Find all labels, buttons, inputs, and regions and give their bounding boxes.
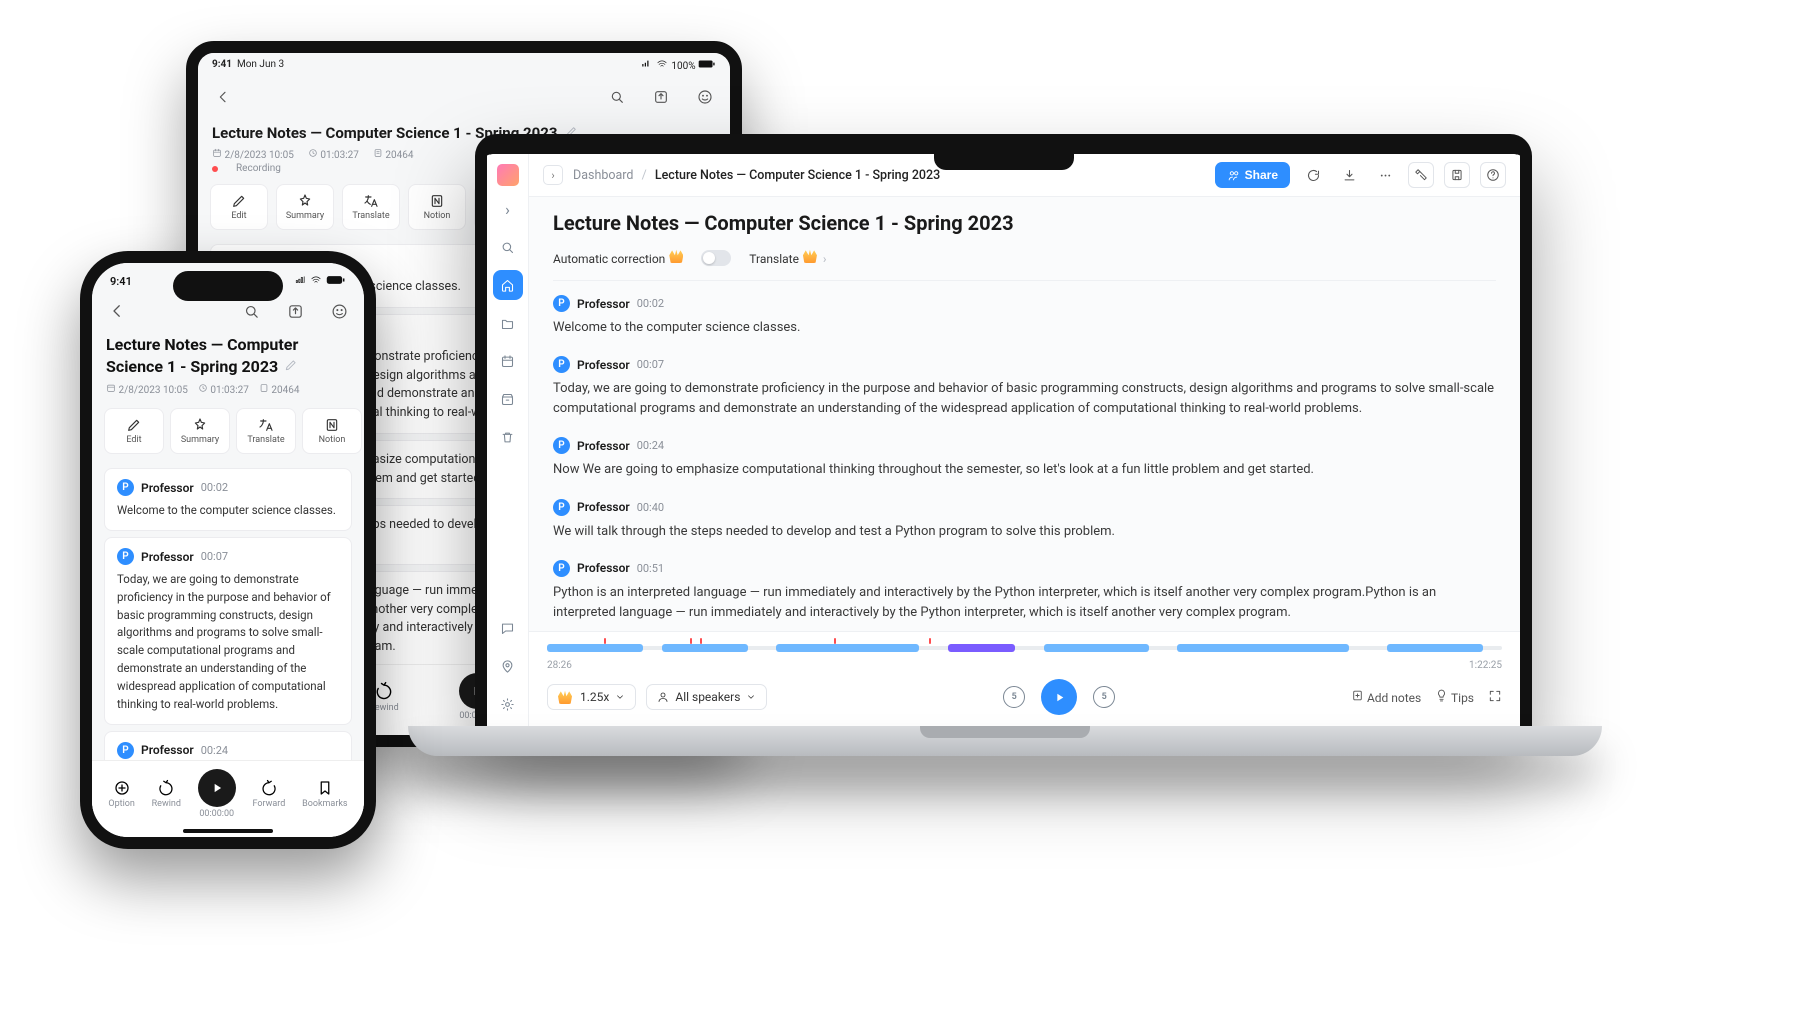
sidebar: ›: [487, 154, 529, 729]
translate-option[interactable]: Translate ›: [749, 249, 826, 266]
page-title: Lecture Notes — Computer Science 1 - Spr…: [92, 332, 364, 379]
expand-icon[interactable]: [1488, 689, 1502, 706]
translate-tool[interactable]: Translate: [236, 408, 296, 454]
sidebar-home-icon[interactable]: [493, 270, 523, 300]
sidebar-calendar-icon[interactable]: [493, 346, 523, 376]
transcript-block: PProfessor00:07 Today, we are going to d…: [553, 356, 1496, 419]
breadcrumb: Dashboard / Lecture Notes — Computer Sci…: [573, 168, 940, 183]
sidebar-chat-icon[interactable]: [493, 613, 523, 643]
speaker-filter[interactable]: All speakers: [646, 684, 767, 710]
download-icon[interactable]: [1336, 162, 1362, 188]
sidebar-trash-icon[interactable]: [493, 422, 523, 452]
player-bar: Option Rewind 00:00:00 Forward Bookmarks: [92, 760, 364, 837]
waveform[interactable]: [547, 640, 1502, 656]
bookmarks-button[interactable]: Bookmarks: [302, 779, 347, 809]
premium-icon: [803, 249, 817, 263]
transcript-block: PProfessor00:51 Python is an interpreted…: [553, 560, 1496, 623]
share-icon[interactable]: [280, 296, 310, 326]
meta-row: 2/8/2023 10:05 01:03:27 20464: [92, 379, 364, 400]
skip-forward-button[interactable]: 5: [1093, 686, 1115, 708]
transcript-block: PProfessor00:24 Now We are going to emph…: [553, 437, 1496, 480]
face-icon[interactable]: [324, 296, 354, 326]
laptop-base: [408, 726, 1602, 756]
tips-button[interactable]: Tips: [1435, 689, 1474, 705]
playhead-time: 28:26: [547, 660, 572, 671]
summary-tool[interactable]: Summary: [276, 184, 334, 230]
option-button[interactable]: Option: [108, 779, 134, 809]
app-logo-icon[interactable]: [497, 164, 519, 186]
breadcrumb-root[interactable]: Dashboard: [573, 168, 633, 183]
phone-notch: [173, 271, 283, 301]
play-button[interactable]: 00:00:00: [198, 769, 236, 819]
add-notes-button[interactable]: Add notes: [1351, 689, 1421, 705]
share-icon[interactable]: [646, 82, 676, 112]
tool-row: Edit Summary Translate Notion: [92, 400, 364, 462]
speed-selector[interactable]: 1.25x: [547, 684, 636, 710]
page-title: Lecture Notes — Computer Science 1 - Spr…: [553, 211, 1496, 235]
skip-back-button[interactable]: 5: [1003, 686, 1025, 708]
laptop-notch: [934, 154, 1074, 170]
sidebar-search-icon[interactable]: [493, 232, 523, 262]
summary-tool[interactable]: Summary: [170, 408, 230, 454]
face-icon[interactable]: [690, 82, 720, 112]
share-button[interactable]: Share: [1215, 162, 1290, 188]
options-row: Automatic correction Translate ›: [553, 249, 1496, 281]
back-icon[interactable]: [102, 296, 132, 326]
breadcrumb-current: Lecture Notes — Computer Science 1 - Spr…: [655, 168, 940, 183]
edit-tool[interactable]: Edit: [210, 184, 268, 230]
forward-button[interactable]: Forward: [252, 779, 285, 809]
more-icon[interactable]: [1372, 162, 1398, 188]
tablet-status-bar: 9:41 Mon Jun 3 100%: [198, 53, 730, 78]
play-button[interactable]: [1041, 679, 1077, 715]
notion-tool[interactable]: Notion: [408, 184, 466, 230]
transcript-block: PProfessor00:02 Welcome to the computer …: [553, 295, 1496, 338]
auto-correct-toggle[interactable]: [701, 250, 731, 266]
home-indicator: [183, 829, 273, 833]
premium-icon: [669, 249, 683, 263]
sidebar-settings-icon[interactable]: [493, 689, 523, 719]
refresh-icon[interactable]: [1300, 162, 1326, 188]
transcript-block: PProfessor00:07 Today, we are going to d…: [104, 537, 352, 725]
sidebar-location-icon[interactable]: [493, 651, 523, 681]
laptop-device: › › Dashboard / Lecture Notes — Computer…: [475, 134, 1532, 741]
rewind-button[interactable]: Rewind: [152, 779, 181, 809]
breadcrumb-back-icon[interactable]: ›: [543, 165, 563, 185]
back-icon[interactable]: [208, 82, 238, 112]
phone-device: 9:41 Lecture Notes — Computer Science 1 …: [80, 251, 376, 849]
wifi-battery-icon: 100%: [640, 59, 716, 72]
help-icon[interactable]: [1480, 162, 1506, 188]
translate-tool[interactable]: Translate: [342, 184, 400, 230]
auto-correct-option[interactable]: Automatic correction: [553, 249, 683, 266]
player-footer: 28:26 1:22:25 1.25x All speakers 5 5 Add …: [529, 631, 1520, 729]
tools-icon[interactable]: [1408, 162, 1434, 188]
save-icon[interactable]: [1444, 162, 1470, 188]
sidebar-collapse-icon[interactable]: ›: [493, 194, 523, 224]
search-icon[interactable]: [602, 82, 632, 112]
total-time: 1:22:25: [1469, 660, 1502, 671]
transcript-block: PProfessor00:40 We will talk through the…: [553, 499, 1496, 542]
notion-tool[interactable]: Notion: [302, 408, 362, 454]
signal-icon: [293, 275, 346, 288]
transcript-block: PProfessor00:02 Welcome to the computer …: [104, 468, 352, 531]
sidebar-archive-icon[interactable]: [493, 384, 523, 414]
edit-tool[interactable]: Edit: [104, 408, 164, 454]
sidebar-folder-icon[interactable]: [493, 308, 523, 338]
